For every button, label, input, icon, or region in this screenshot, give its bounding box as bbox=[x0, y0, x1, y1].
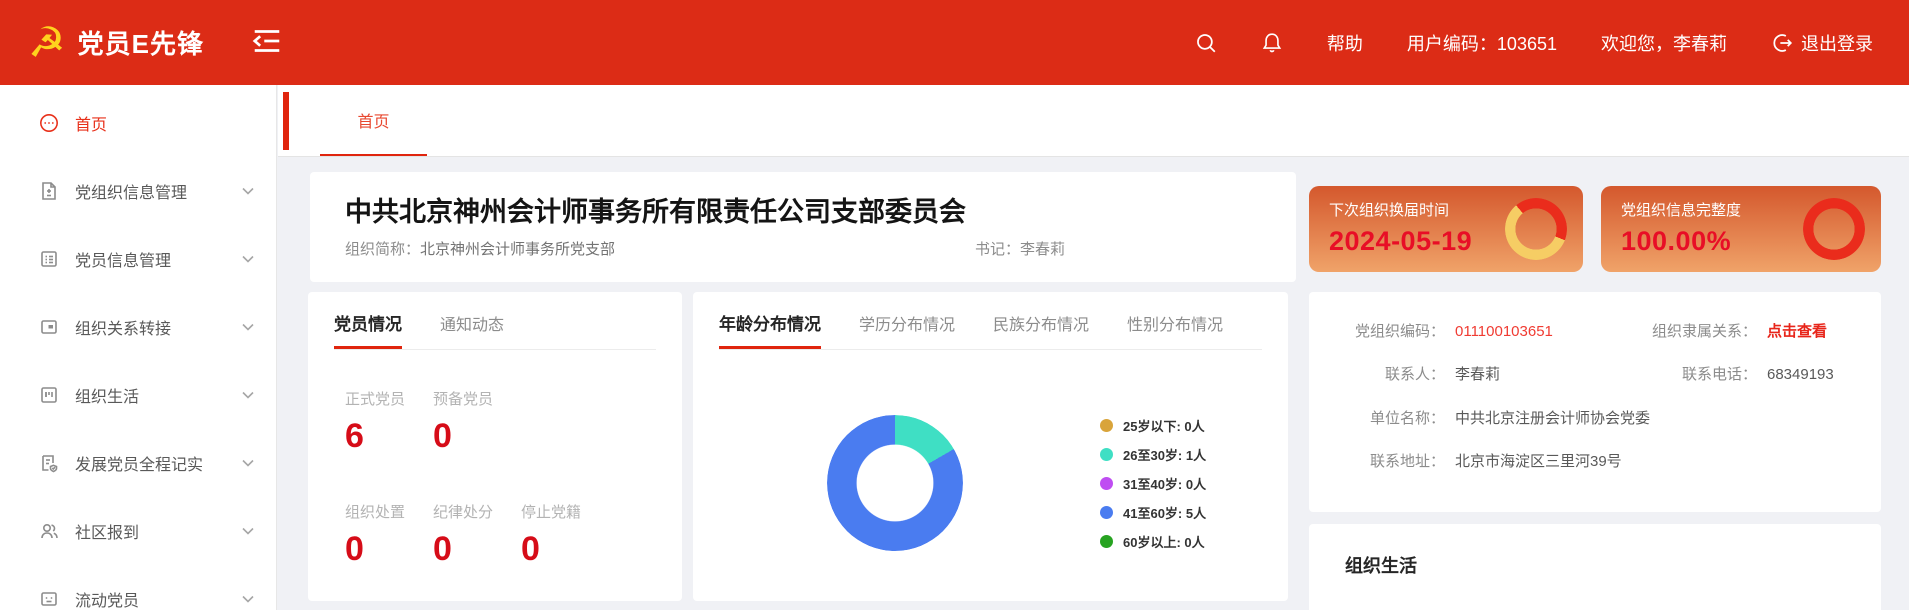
chevron-down-icon bbox=[242, 459, 254, 467]
legend-item-over-60[interactable]: 60岁以上: 0人 bbox=[1100, 532, 1206, 551]
app-title: 党员E先锋 bbox=[78, 24, 204, 61]
age-distribution-donut-chart bbox=[827, 415, 963, 551]
people-icon bbox=[38, 520, 60, 542]
chart-legend: 25岁以下: 0人 26至30岁: 1人 31至40岁: 0人 41至60岁: … bbox=[1100, 416, 1206, 551]
search-icon[interactable] bbox=[1195, 32, 1217, 54]
top-header-bar: ☭ 党员E先锋 帮助 用户编码：103651 欢迎您， bbox=[0, 0, 1909, 85]
legend-dot bbox=[1100, 448, 1113, 461]
legend-dot bbox=[1100, 419, 1113, 432]
chevron-down-icon bbox=[242, 527, 254, 535]
help-link[interactable]: 帮助 bbox=[1327, 30, 1363, 56]
card-transfer-icon bbox=[38, 316, 60, 338]
sidebar-item-org-life[interactable]: 组织生活 bbox=[0, 361, 276, 429]
tab-education-distribution[interactable]: 学历分布情况 bbox=[859, 311, 955, 349]
list-icon bbox=[38, 248, 60, 270]
welcome-text: 欢迎您，李春莉 bbox=[1601, 30, 1727, 56]
id-face-icon bbox=[38, 588, 60, 610]
sidebar-item-home[interactable]: 首页 bbox=[0, 89, 276, 157]
org-summary-card: 中共北京神州会计师事务所有限责任公司支部委员会 组织简称：北京神州会计师事务所党… bbox=[310, 172, 1296, 282]
distribution-panel: 年龄分布情况 学历分布情况 民族分布情况 性别分布情况 25岁以下: 0人 26… bbox=[693, 292, 1288, 601]
header-actions: 帮助 用户编码：103651 欢迎您，李春莉 退出登录 bbox=[1195, 0, 1909, 85]
tab-gender-distribution[interactable]: 性别分布情况 bbox=[1127, 311, 1223, 349]
kpi-info-completeness-card: 党组织信息完整度 100.00% bbox=[1601, 186, 1881, 272]
tab-bar-accent bbox=[283, 92, 289, 150]
stat-discipline-punishment: 纪律处分 0 bbox=[433, 501, 495, 569]
chevron-down-icon bbox=[242, 255, 254, 263]
legend-dot bbox=[1100, 535, 1113, 548]
stat-org-disposal: 组织处置 0 bbox=[345, 501, 407, 569]
org-life-panel: 组织生活 bbox=[1309, 524, 1881, 610]
logout-icon bbox=[1771, 32, 1793, 54]
chevron-down-icon bbox=[242, 595, 254, 603]
kpi-label: 党组织信息完整度 bbox=[1621, 199, 1741, 220]
tab-age-distribution[interactable]: 年龄分布情况 bbox=[719, 310, 821, 349]
chevron-down-icon bbox=[242, 323, 254, 331]
legend-dot bbox=[1100, 506, 1113, 519]
sidebar-item-party-org-info[interactable]: 党组织信息管理 bbox=[0, 157, 276, 225]
kpi-value: 2024-05-19 bbox=[1329, 226, 1472, 257]
sidebar-item-member-info[interactable]: 党员信息管理 bbox=[0, 225, 276, 293]
notification-bell-icon[interactable] bbox=[1261, 32, 1283, 54]
member-panel-tabs: 党员情况 通知动态 bbox=[334, 292, 656, 350]
kpi-value: 100.00% bbox=[1621, 226, 1731, 257]
contact-phone-field: 联系电话：68349193 bbox=[1639, 363, 1834, 384]
contact-address-field: 联系地址：北京市海淀区三里河39号 bbox=[1329, 450, 1622, 471]
org-info-panel: 党组织编码：011100103651 组织隶属关系：点击查看 联系人：李春莉 联… bbox=[1309, 292, 1881, 512]
kpi-next-election-card: 下次组织换届时间 2024-05-19 bbox=[1309, 186, 1583, 272]
brand: ☭ 党员E先锋 bbox=[28, 0, 204, 85]
kpi-progress-ring bbox=[1505, 198, 1567, 260]
org-secretary: 书记：李春莉 bbox=[975, 238, 1065, 259]
logout-button[interactable]: 退出登录 bbox=[1771, 30, 1873, 56]
org-life-title: 组织生活 bbox=[1345, 552, 1417, 578]
home-chat-icon bbox=[38, 112, 60, 134]
kpi-progress-ring bbox=[1803, 198, 1865, 260]
sidebar-item-member-development-record[interactable]: 发展党员全程记实 bbox=[0, 429, 276, 497]
flag-box-icon bbox=[38, 384, 60, 406]
app-root: ☭ 党员E先锋 帮助 用户编码：103651 欢迎您， bbox=[0, 0, 1909, 610]
sidebar-item-mobile-members[interactable]: 流动党员 bbox=[0, 565, 276, 610]
stat-formal-members: 正式党员 6 bbox=[345, 388, 407, 456]
org-code-field: 党组织编码：011100103651 bbox=[1329, 320, 1553, 341]
member-status-panel: 党员情况 通知动态 正式党员 6 预备党员 0 组织处置 0 bbox=[308, 292, 682, 601]
legend-item-41-60[interactable]: 41至60岁: 5人 bbox=[1100, 503, 1206, 522]
contact-person-field: 联系人：李春莉 bbox=[1329, 363, 1500, 384]
legend-dot bbox=[1100, 477, 1113, 490]
sidebar-nav: 首页 党组织信息管理 党员信息管理 bbox=[0, 85, 277, 610]
tab-notifications[interactable]: 通知动态 bbox=[440, 311, 504, 349]
party-emblem-icon: ☭ bbox=[28, 22, 66, 64]
org-affiliation-field: 组织隶属关系：点击查看 bbox=[1639, 320, 1827, 341]
chevron-down-icon bbox=[242, 391, 254, 399]
sidebar-item-org-relation-transfer[interactable]: 组织关系转接 bbox=[0, 293, 276, 361]
tab-member-status[interactable]: 党员情况 bbox=[334, 310, 402, 349]
distribution-panel-tabs: 年龄分布情况 学历分布情况 民族分布情况 性别分布情况 bbox=[719, 292, 1262, 350]
tab-ethnicity-distribution[interactable]: 民族分布情况 bbox=[993, 311, 1089, 349]
sidebar-collapse-icon[interactable] bbox=[250, 26, 284, 60]
main-content: 首页 中共北京神州会计师事务所有限责任公司支部委员会 组织简称：北京神州会计师事… bbox=[278, 85, 1909, 610]
sidebar-item-community-checkin[interactable]: 社区报到 bbox=[0, 497, 276, 565]
document-icon bbox=[38, 180, 60, 202]
legend-item-under-25[interactable]: 25岁以下: 0人 bbox=[1100, 416, 1206, 435]
document-check-icon bbox=[38, 452, 60, 474]
org-title: 中共北京神州会计师事务所有限责任公司支部委员会 bbox=[345, 190, 966, 229]
chevron-down-icon bbox=[242, 187, 254, 195]
member-stats-row-1: 正式党员 6 预备党员 0 bbox=[345, 388, 495, 456]
stat-membership-suspension: 停止党籍 0 bbox=[521, 501, 583, 569]
kpi-label: 下次组织换届时间 bbox=[1329, 199, 1449, 220]
stat-probationary-members: 预备党员 0 bbox=[433, 388, 495, 456]
member-stats-row-2: 组织处置 0 纪律处分 0 停止党籍 0 bbox=[345, 501, 583, 569]
view-affiliation-link[interactable]: 点击查看 bbox=[1767, 323, 1827, 340]
legend-item-26-30[interactable]: 26至30岁: 1人 bbox=[1100, 445, 1206, 464]
unit-name-field: 单位名称：中共北京注册会计师协会党委 bbox=[1329, 407, 1650, 428]
org-short-name: 组织简称：北京神州会计师事务所党支部 bbox=[345, 238, 615, 259]
legend-item-31-40[interactable]: 31至40岁: 0人 bbox=[1100, 474, 1206, 493]
content-tab-bar: 首页 bbox=[278, 85, 1909, 157]
tab-home[interactable]: 首页 bbox=[320, 85, 427, 156]
user-code: 用户编码：103651 bbox=[1407, 30, 1557, 56]
